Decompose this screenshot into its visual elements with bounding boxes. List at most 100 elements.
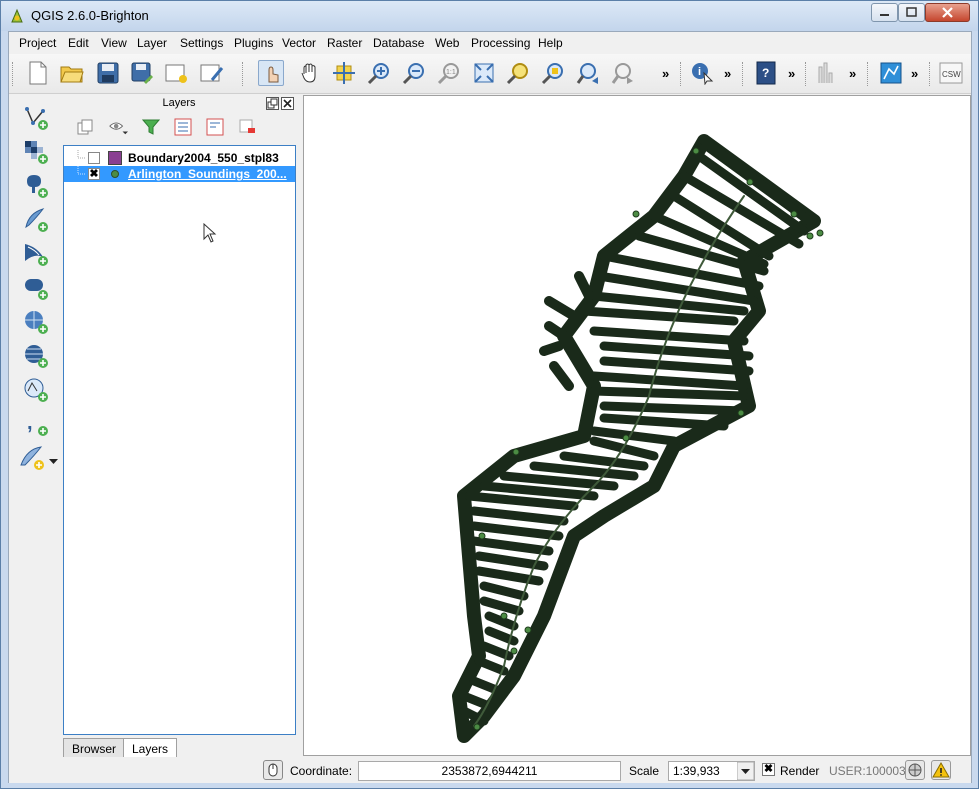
- close-icon: [283, 99, 292, 108]
- map-canvas[interactable]: [303, 95, 971, 756]
- menu-layer[interactable]: Layer: [137, 36, 167, 50]
- menu-help[interactable]: Help: [538, 36, 563, 50]
- add-mssql-layer-icon[interactable]: [23, 241, 49, 267]
- new-print-composer-icon[interactable]: [164, 60, 190, 86]
- menu-processing[interactable]: Processing: [471, 36, 530, 50]
- toolbar-grip[interactable]: [12, 62, 15, 86]
- new-project-icon[interactable]: [25, 60, 51, 86]
- mouse-cursor-icon: [203, 222, 217, 246]
- menu-view[interactable]: View: [101, 36, 127, 50]
- add-vector-layer-icon[interactable]: [23, 105, 49, 131]
- dropdown-arrow-icon[interactable]: [49, 459, 58, 465]
- toolbar-grip[interactable]: [242, 62, 245, 86]
- minimize-button[interactable]: [871, 3, 898, 22]
- add-delimited-text-layer-icon[interactable]: ,: [23, 411, 49, 437]
- expand-all-icon[interactable]: [173, 117, 193, 137]
- toolbar-overflow-chevron-icon[interactable]: »: [849, 66, 856, 81]
- toolbar-grip[interactable]: [867, 62, 870, 86]
- help-icon[interactable]: ?: [753, 60, 779, 86]
- toolbar-grip[interactable]: [929, 62, 932, 86]
- messages-button[interactable]: [931, 760, 951, 780]
- zoom-to-layer-icon[interactable]: [540, 60, 566, 86]
- zoom-to-selection-icon[interactable]: [505, 60, 531, 86]
- add-postgis-layer-icon[interactable]: [23, 173, 49, 199]
- histogram-icon[interactable]: [815, 60, 841, 86]
- pan-to-selection-icon[interactable]: [331, 60, 357, 86]
- menu-edit[interactable]: Edit: [68, 36, 89, 50]
- save-as-icon[interactable]: [129, 60, 155, 86]
- zoom-in-icon[interactable]: [366, 60, 392, 86]
- chevron-down-icon[interactable]: [737, 762, 754, 780]
- add-group-icon[interactable]: [75, 117, 95, 137]
- crs-button[interactable]: [905, 760, 925, 780]
- save-project-icon[interactable]: [95, 60, 121, 86]
- open-project-icon[interactable]: [59, 60, 85, 86]
- touch-zoom-pan-icon[interactable]: [258, 60, 284, 86]
- menu-plugins[interactable]: Plugins: [234, 36, 273, 50]
- identify-features-icon[interactable]: i: [689, 60, 715, 86]
- polygon-symbol-icon: [108, 151, 122, 165]
- manage-visibility-icon[interactable]: [108, 117, 128, 137]
- layer-item[interactable]: ✖ Arlington_Soundings_200...: [64, 166, 295, 182]
- coordinate-field[interactable]: 2353872,6944211: [358, 761, 621, 781]
- add-wfs-layer-icon[interactable]: [23, 377, 49, 403]
- close-button[interactable]: [925, 3, 970, 22]
- maximize-icon: [906, 7, 917, 17]
- toggle-extents-button[interactable]: [263, 760, 283, 780]
- pan-map-icon[interactable]: [297, 60, 323, 86]
- menu-project[interactable]: Project: [19, 36, 56, 50]
- csw-client-icon[interactable]: CSW: [938, 60, 964, 86]
- toolbar-grip[interactable]: [680, 62, 683, 86]
- menu-database[interactable]: Database: [373, 36, 424, 50]
- svg-text:1:1: 1:1: [446, 69, 456, 76]
- close-panel-button[interactable]: [281, 97, 294, 110]
- toolbar-overflow-chevron-icon[interactable]: »: [911, 66, 918, 81]
- layer-visibility-checkbox[interactable]: [88, 152, 100, 164]
- sounding-tracks: [452, 134, 821, 743]
- maximize-button[interactable]: [898, 3, 925, 22]
- menu-web[interactable]: Web: [435, 36, 459, 50]
- remove-layer-icon[interactable]: [237, 117, 257, 137]
- status-bar: Coordinate: 2353872,6944211 Scale 1:39,9…: [9, 757, 971, 783]
- qgis-logo-icon: [11, 8, 23, 23]
- layer-visibility-checkbox[interactable]: ✖: [88, 168, 100, 180]
- new-shapefile-layer-icon[interactable]: [19, 445, 45, 471]
- add-oracle-layer-icon[interactable]: [23, 275, 49, 301]
- map-rendering: [452, 134, 824, 743]
- zoom-out-icon[interactable]: [401, 60, 427, 86]
- menu-settings[interactable]: Settings: [180, 36, 223, 50]
- render-checkbox[interactable]: ✖: [762, 763, 775, 776]
- menu-vector[interactable]: Vector: [282, 36, 316, 50]
- filter-legend-icon[interactable]: [141, 117, 161, 137]
- close-icon: [942, 7, 953, 18]
- add-spatialite-layer-icon[interactable]: [23, 207, 49, 233]
- toolbar-overflow-chevron-icon[interactable]: »: [724, 66, 731, 81]
- svg-text:CSW: CSW: [942, 70, 961, 79]
- add-wms-layer-icon[interactable]: [23, 309, 49, 335]
- zoom-native-resolution-icon[interactable]: 1:1: [436, 60, 462, 86]
- menu-raster[interactable]: Raster: [327, 36, 362, 50]
- add-wcs-layer-icon[interactable]: [23, 343, 49, 369]
- tab-browser[interactable]: Browser: [63, 738, 126, 758]
- warning-icon: [932, 761, 950, 778]
- zoom-last-icon[interactable]: [575, 60, 601, 86]
- float-panel-button[interactable]: [266, 97, 279, 110]
- toolbar-grip[interactable]: [742, 62, 745, 86]
- zoom-full-icon[interactable]: [471, 60, 497, 86]
- scale-combobox[interactable]: 1:39,933: [668, 761, 755, 781]
- coordinate-label: Coordinate:: [290, 764, 353, 778]
- toolbar-overflow-chevron-icon[interactable]: »: [788, 66, 795, 81]
- globe-icon: [908, 763, 922, 777]
- crs-status[interactable]: USER:100003: [829, 764, 906, 778]
- collapse-all-icon[interactable]: [205, 117, 225, 137]
- layer-tree[interactable]: Boundary2004_550_stpl83 ✖ Arlington_Soun…: [63, 145, 296, 735]
- svg-text:i: i: [698, 66, 701, 78]
- zoom-next-icon[interactable]: [610, 60, 636, 86]
- toolbar-overflow-chevron-icon[interactable]: »: [662, 66, 669, 81]
- add-raster-layer-icon[interactable]: [23, 139, 49, 165]
- layer-item[interactable]: Boundary2004_550_stpl83: [64, 150, 295, 166]
- float-icon: [267, 98, 278, 109]
- toolbar-grip[interactable]: [805, 62, 808, 86]
- composer-manager-icon[interactable]: [199, 60, 225, 86]
- georeferencer-icon[interactable]: [878, 60, 904, 86]
